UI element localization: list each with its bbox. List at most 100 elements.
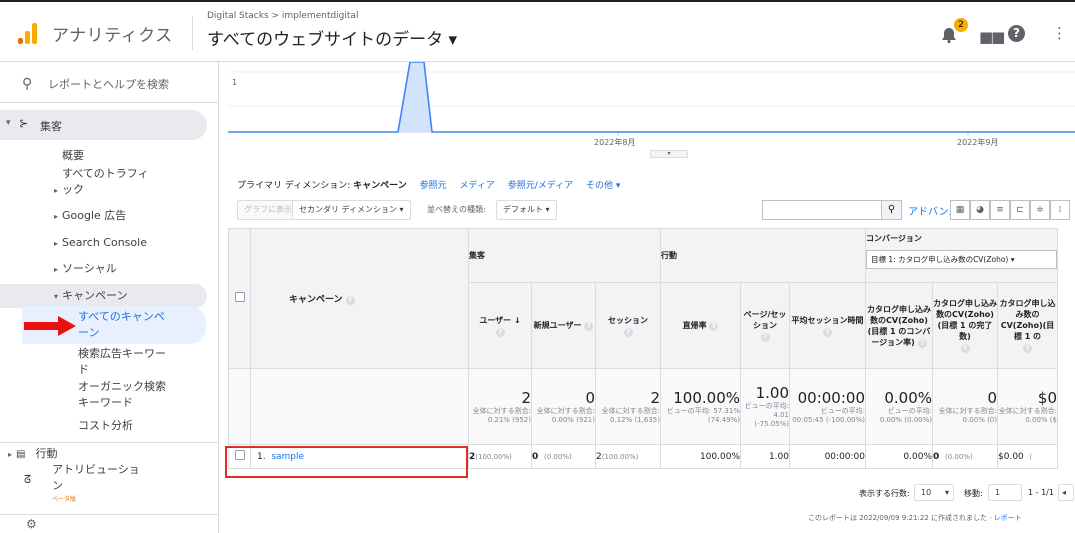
sidebar-search[interactable]: ⚲ レポートとヘルプを検索 bbox=[22, 76, 169, 92]
help-icon[interactable]: ? bbox=[960, 344, 970, 353]
x-axis-label: 2022年9月 bbox=[957, 138, 999, 147]
col-header-pages-per-session[interactable]: ページ/セッション? bbox=[740, 282, 790, 369]
divider bbox=[192, 16, 193, 50]
sidebar-item-organic-keywords[interactable]: オーガニック検索 キーワード bbox=[78, 379, 166, 411]
sidebar-item-overview[interactable]: 概要 bbox=[62, 148, 84, 164]
line-chart[interactable] bbox=[228, 62, 1075, 152]
plot-rows-button[interactable]: グラフに表示 bbox=[237, 200, 299, 220]
analytics-logo[interactable] bbox=[18, 22, 38, 44]
more-vert-icon[interactable]: ⋮ bbox=[1052, 24, 1067, 42]
select-all-cell bbox=[228, 228, 251, 369]
sidebar-item-campaigns[interactable]: ▾ キャンペーン bbox=[0, 284, 207, 308]
product-name[interactable]: アナリティクス bbox=[52, 21, 173, 46]
total-sessions: 2 全体に対する割合: 0.12% (1,635) bbox=[595, 368, 661, 445]
row-bounce-rate: 100.00% bbox=[660, 444, 741, 469]
select-all-checkbox[interactable] bbox=[234, 292, 245, 302]
help-icon[interactable]: ? bbox=[1008, 25, 1025, 42]
report-footer: このレポートは 2022/09/09 9:21:22 に作成されました · レポ… bbox=[808, 514, 1022, 522]
sidebar-item-google-ads[interactable]: ▸ Google 広告 bbox=[54, 208, 126, 225]
col-header-sessions[interactable]: セッション? bbox=[595, 282, 661, 369]
col-header-goal-completions[interactable]: カタログ申し込み数のCV(Zoho)(目標 1 の完了数)? bbox=[932, 282, 998, 369]
search-label: レポートとヘルプを検索 bbox=[48, 78, 169, 91]
pie-view-icon[interactable]: ◕ bbox=[970, 200, 990, 220]
table-search-input[interactable] bbox=[762, 200, 882, 220]
col-header-campaign[interactable]: キャンペーン ? bbox=[250, 228, 469, 369]
sidebar-item-social[interactable]: ▸ ソーシャル bbox=[54, 261, 117, 278]
col-header-users[interactable]: ユーザー ↓? bbox=[468, 282, 532, 369]
goal-selector-dropdown[interactable]: 目標 1: カタログ申し込み数のCV(Zoho) ▾ bbox=[866, 250, 1057, 269]
expand-icon: ▾ bbox=[6, 118, 11, 128]
group-header-conversion: コンバージョン 目標 1: カタログ申し込み数のCV(Zoho) ▾ bbox=[865, 228, 1058, 283]
primary-dimension-label: プライマリ ディメンション: bbox=[237, 181, 351, 191]
total-users: 2 全体に対する割合: 0.21% (952) bbox=[468, 368, 532, 445]
rows-per-page-select[interactable]: 10 ▾ bbox=[914, 484, 954, 501]
help-icon[interactable]: ? bbox=[709, 322, 719, 331]
y-axis-tick: 1 bbox=[232, 78, 238, 87]
notification-badge: 2 bbox=[954, 18, 968, 32]
expand-right-icon: ▸ bbox=[8, 450, 13, 459]
help-icon[interactable]: ? bbox=[823, 327, 832, 337]
report-table: キャンペーン ? 集客 行動 コンバージョン 目標 1: カタログ申し込み数のC… bbox=[228, 228, 1058, 469]
col-header-goal-conversion-rate[interactable]: カタログ申し込み数のCV(Zoho)(目標 1 のコンバージョン率) ? bbox=[865, 282, 933, 369]
acquisition-icon: ⊱ bbox=[19, 117, 29, 130]
row-goal-completions: 0 (0.00%) bbox=[932, 444, 998, 469]
col-header-avg-session-duration[interactable]: 平均セッション時間 ? bbox=[789, 282, 866, 369]
dimension-link-other[interactable]: その他 ▾ bbox=[586, 181, 620, 191]
sidebar-item-all-traffic[interactable]: すべてのトラフィ ▸ ック bbox=[54, 166, 149, 199]
help-icon[interactable]: ? bbox=[1023, 344, 1032, 353]
group-header-acquisition: 集客 bbox=[468, 228, 661, 283]
settings-icon[interactable]: ⚙ bbox=[26, 516, 37, 532]
dimension-link-source-medium[interactable]: 参照元/メディア bbox=[508, 181, 573, 191]
apps-grid-icon[interactable]: ■■ bbox=[979, 28, 1005, 46]
page-range: 1 - 1/1 bbox=[1028, 488, 1054, 497]
total-bounce-rate: 100.00% ビューの平均: 57.31% (74.49%) bbox=[660, 368, 741, 445]
collapse-chart-button[interactable]: ▾ bbox=[650, 150, 688, 158]
sidebar-item-search-console[interactable]: ▸ Search Console bbox=[54, 235, 147, 252]
help-icon[interactable]: ? bbox=[917, 338, 927, 348]
table-view-icon[interactable]: ▦ bbox=[950, 200, 970, 220]
help-icon[interactable]: ? bbox=[623, 327, 633, 337]
row-users: 2(100.00%) bbox=[468, 444, 532, 469]
sort-type-dropdown[interactable]: デフォルト ▾ bbox=[496, 200, 557, 220]
pivot-view-icon[interactable]: ⁞ bbox=[1050, 200, 1070, 220]
secondary-dimension-dropdown[interactable]: セカンダリ ディメンション ▾ bbox=[292, 200, 411, 220]
sidebar-item-cost-analysis[interactable]: コスト分析 bbox=[78, 418, 133, 434]
help-icon[interactable]: ? bbox=[760, 333, 770, 342]
totals-row: 2 全体に対する割合: 0.21% (952) 0 全体に対する割合: 0.00% … bbox=[228, 368, 1058, 445]
goto-page-input[interactable]: 1 bbox=[988, 484, 1022, 501]
col-header-bounce-rate[interactable]: 直帰率 ? bbox=[660, 282, 741, 369]
report-link[interactable]: レポート bbox=[994, 514, 1022, 522]
col-header-new-users[interactable]: 新規ユーザー ? bbox=[531, 282, 596, 369]
sidebar-item-paid-keywords[interactable]: 検索広告キーワード bbox=[78, 346, 166, 378]
col-header-goal-value[interactable]: カタログ申し込み数のCV(Zoho)(目標 1 の? bbox=[997, 282, 1058, 369]
table-header-group-row: キャンペーン ? 集客 行動 コンバージョン 目標 1: カタログ申し込み数のC… bbox=[228, 228, 1058, 369]
comparison-view-icon[interactable]: ⊏ bbox=[1010, 200, 1030, 220]
search-icon: ⚲ bbox=[22, 76, 33, 92]
group-header-behavior: 行動 bbox=[660, 228, 866, 283]
help-icon[interactable]: ? bbox=[345, 296, 355, 305]
beta-badge: ベータ版 bbox=[52, 496, 77, 503]
dimension-link-source[interactable]: 参照元 bbox=[420, 181, 447, 191]
divider bbox=[0, 102, 219, 103]
sidebar-item-behavior[interactable]: ▸ ▤ 行動 bbox=[8, 446, 57, 463]
account-view-selector[interactable]: すべてのウェブサイトのデータ ▾ bbox=[207, 25, 457, 50]
divider bbox=[0, 442, 219, 443]
sidebar-item-acquisition[interactable]: ▾ ⊱ 集客 bbox=[0, 110, 207, 140]
performance-view-icon[interactable]: ≡ bbox=[990, 200, 1010, 220]
top-bar: アナリティクス Digital Stacks > implementdigita… bbox=[0, 0, 1075, 62]
chevron-down-icon: ▾ bbox=[944, 488, 949, 497]
sidebar-item-label: すべてのキャンペ bbox=[78, 310, 165, 323]
help-icon[interactable]: ? bbox=[495, 327, 505, 337]
term-cloud-view-icon[interactable]: ≑ bbox=[1030, 200, 1050, 220]
row-goal-value: $0.00 ( bbox=[997, 444, 1058, 469]
sidebar-item-label: 集客 bbox=[40, 120, 62, 133]
row-goal-cvr: 0.00% bbox=[865, 444, 933, 469]
total-avg-duration: 00:00:00 ビューの平均: 00:05:45 (-100.00%) bbox=[789, 368, 866, 445]
help-icon[interactable]: ? bbox=[584, 322, 594, 331]
dimension-link-medium[interactable]: メディア bbox=[459, 181, 494, 191]
breadcrumb[interactable]: Digital Stacks > implementdigital bbox=[207, 11, 358, 21]
row-pages-per-session: 1.00 bbox=[740, 444, 790, 469]
search-icon[interactable]: ⚲ bbox=[882, 200, 902, 220]
prev-page-button[interactable]: ◂ bbox=[1058, 484, 1074, 501]
primary-dimension-current[interactable]: キャンペーン bbox=[353, 181, 407, 191]
